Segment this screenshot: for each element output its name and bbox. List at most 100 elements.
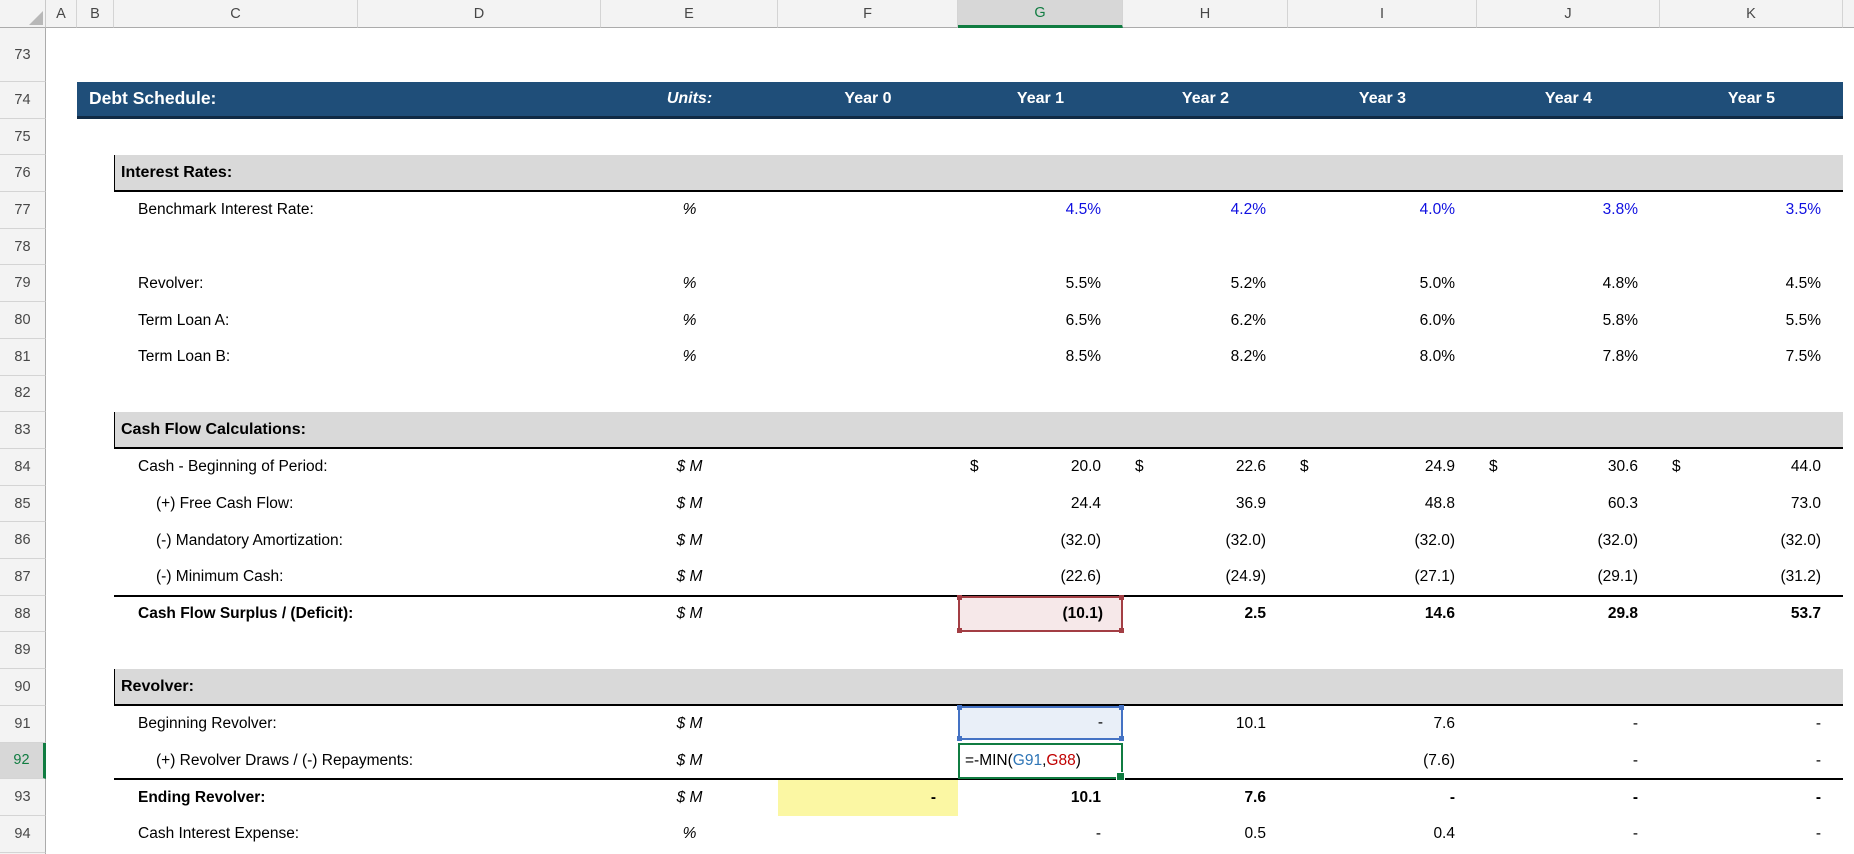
column-header-B[interactable]: B xyxy=(77,0,114,28)
cell-J85[interactable]: 60.3 xyxy=(1477,486,1660,523)
row-header-83[interactable]: 83 xyxy=(0,412,46,449)
cell-J84[interactable]: 30.6 xyxy=(1477,449,1660,486)
cell-I91[interactable]: 7.6 xyxy=(1288,706,1477,743)
row-label-84[interactable]: Cash - Beginning of Period: xyxy=(114,449,601,486)
cell-K94[interactable]: - xyxy=(1660,816,1843,853)
cell-J80[interactable]: 5.8% xyxy=(1477,302,1660,339)
cell-H79[interactable]: 5.2% xyxy=(1123,266,1288,303)
unit-cell-92[interactable]: $ M xyxy=(601,743,778,780)
unit-cell-91[interactable]: $ M xyxy=(601,706,778,743)
cell-I77[interactable]: 4.0% xyxy=(1288,192,1477,229)
row-header-77[interactable]: 77 xyxy=(0,192,46,229)
ref-handle[interactable] xyxy=(957,736,962,741)
cell-I94[interactable]: 0.4 xyxy=(1288,816,1477,853)
row-header-82[interactable]: 82 xyxy=(0,376,46,413)
ref-handle[interactable] xyxy=(1119,705,1124,710)
cell-K79[interactable]: 4.5% xyxy=(1660,266,1843,303)
cell-I93[interactable]: - xyxy=(1288,779,1477,816)
cell-I87[interactable]: (27.1) xyxy=(1288,559,1477,596)
column-header-H[interactable]: H xyxy=(1123,0,1288,28)
row-header-78[interactable]: 78 xyxy=(0,229,46,266)
cell-J91[interactable]: - xyxy=(1477,706,1660,743)
cell-J88[interactable]: 29.8 xyxy=(1477,596,1660,633)
cell-I88[interactable]: 14.6 xyxy=(1288,596,1477,633)
year-header-1[interactable]: Year 1 xyxy=(958,82,1123,116)
unit-cell-84[interactable]: $ M xyxy=(601,449,778,486)
column-header-I[interactable]: I xyxy=(1288,0,1477,28)
column-header-G[interactable]: G xyxy=(958,0,1123,28)
row-header-73[interactable]: 73 xyxy=(0,28,46,82)
cell-I80[interactable]: 6.0% xyxy=(1288,302,1477,339)
cell-K86[interactable]: (32.0) xyxy=(1660,522,1843,559)
row-label-79[interactable]: Revolver: xyxy=(114,266,601,303)
cell-H93[interactable]: 7.6 xyxy=(1123,779,1288,816)
cell-K81[interactable]: 7.5% xyxy=(1660,339,1843,376)
debt-schedule-title-bar[interactable]: Debt Schedule:Units:Year 0Year 1Year 2Ye… xyxy=(77,82,1843,119)
reference-highlight-cell-G88[interactable]: (10.1) xyxy=(958,596,1123,633)
unit-cell-88[interactable]: $ M xyxy=(601,596,778,633)
unit-cell-77[interactable]: % xyxy=(601,192,778,229)
cell-K87[interactable]: (31.2) xyxy=(1660,559,1843,596)
cell-H81[interactable]: 8.2% xyxy=(1123,339,1288,376)
row-label-92[interactable]: (+) Revolver Draws / (-) Repayments: xyxy=(114,743,601,780)
unit-cell-93[interactable]: $ M xyxy=(601,779,778,816)
cell-I85[interactable]: 48.8 xyxy=(1288,486,1477,523)
cell-J93[interactable]: - xyxy=(1477,779,1660,816)
units-header[interactable]: Units: xyxy=(601,82,778,116)
cell-K88[interactable]: 53.7 xyxy=(1660,596,1843,633)
cell-G79[interactable]: 5.5% xyxy=(958,266,1123,303)
row-header-88[interactable]: 88 xyxy=(0,596,46,633)
cell-J77[interactable]: 3.8% xyxy=(1477,192,1660,229)
cell-I92[interactable]: (7.6) xyxy=(1288,743,1477,780)
row-label-88[interactable]: Cash Flow Surplus / (Deficit): xyxy=(114,596,601,633)
row-header-80[interactable]: 80 xyxy=(0,302,46,339)
cell-G86[interactable]: (32.0) xyxy=(958,522,1123,559)
cell-G80[interactable]: 6.5% xyxy=(958,302,1123,339)
reference-highlight-cell-G91[interactable]: - xyxy=(958,706,1123,740)
fill-handle[interactable] xyxy=(1116,772,1125,781)
cell-J87[interactable]: (29.1) xyxy=(1477,559,1660,596)
row-label-85[interactable]: (+) Free Cash Flow: xyxy=(114,486,601,523)
ref-handle[interactable] xyxy=(957,705,962,710)
cell-H86[interactable]: (32.0) xyxy=(1123,522,1288,559)
cell-I86[interactable]: (32.0) xyxy=(1288,522,1477,559)
row-header-86[interactable]: 86 xyxy=(0,522,46,559)
column-header-E[interactable]: E xyxy=(601,0,778,28)
ref-handle[interactable] xyxy=(1119,595,1124,600)
cell-H87[interactable]: (24.9) xyxy=(1123,559,1288,596)
row-header-91[interactable]: 91 xyxy=(0,706,46,743)
column-header-A[interactable]: A xyxy=(46,0,77,28)
row-label-77[interactable]: Benchmark Interest Rate: xyxy=(114,192,601,229)
row-header-85[interactable]: 85 xyxy=(0,486,46,523)
cell-G94[interactable]: - xyxy=(958,816,1123,853)
cell-G84[interactable]: 20.0 xyxy=(958,449,1123,486)
year-header-5[interactable]: Year 5 xyxy=(1660,82,1843,116)
cell-J86[interactable]: (32.0) xyxy=(1477,522,1660,559)
cell-G81[interactable]: 8.5% xyxy=(958,339,1123,376)
row-header-90[interactable]: 90 xyxy=(0,669,46,706)
unit-cell-87[interactable]: $ M xyxy=(601,559,778,596)
ref-handle[interactable] xyxy=(957,595,962,600)
cell-J81[interactable]: 7.8% xyxy=(1477,339,1660,376)
cell-H84[interactable]: 22.6 xyxy=(1123,449,1288,486)
row-header-84[interactable]: 84 xyxy=(0,449,46,486)
year-header-0[interactable]: Year 0 xyxy=(778,82,958,116)
column-header-C[interactable]: C xyxy=(114,0,358,28)
unit-cell-85[interactable]: $ M xyxy=(601,486,778,523)
column-header-F[interactable]: F xyxy=(778,0,958,28)
row-label-86[interactable]: (-) Mandatory Amortization: xyxy=(114,522,601,559)
unit-cell-86[interactable]: $ M xyxy=(601,522,778,559)
row-header-89[interactable]: 89 xyxy=(0,633,46,670)
cell-H94[interactable]: 0.5 xyxy=(1123,816,1288,853)
row-label-87[interactable]: (-) Minimum Cash: xyxy=(114,559,601,596)
cell-K84[interactable]: 44.0 xyxy=(1660,449,1843,486)
unit-cell-79[interactable]: % xyxy=(601,266,778,303)
cell-G85[interactable]: 24.4 xyxy=(958,486,1123,523)
column-header-K[interactable]: K xyxy=(1660,0,1843,28)
cell-H91[interactable]: 10.1 xyxy=(1123,706,1288,743)
cell-K80[interactable]: 5.5% xyxy=(1660,302,1843,339)
cell-G87[interactable]: (22.6) xyxy=(958,559,1123,596)
row-header-92[interactable]: 92 xyxy=(0,743,46,780)
row-label-94[interactable]: Cash Interest Expense: xyxy=(114,816,601,853)
cell-I79[interactable]: 5.0% xyxy=(1288,266,1477,303)
